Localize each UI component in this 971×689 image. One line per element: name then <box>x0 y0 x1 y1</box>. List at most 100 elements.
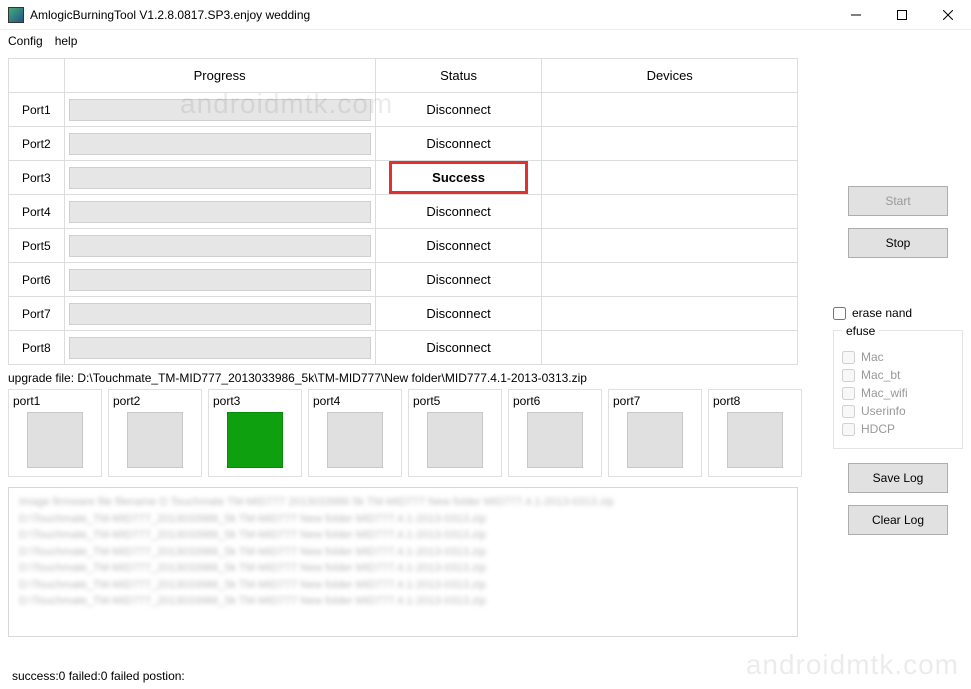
app-icon <box>8 7 24 23</box>
progress-bar <box>69 99 371 121</box>
mac-row[interactable]: Mac <box>842 350 954 364</box>
port-panel-label: port7 <box>613 394 697 408</box>
progress-bar <box>69 235 371 257</box>
table-row: Port8 Disconnect <box>9 331 798 365</box>
mac-bt-checkbox[interactable] <box>842 369 855 382</box>
log-line: Image firmware file filename D Touchmate… <box>19 494 787 511</box>
efuse-legend: efuse <box>842 324 879 338</box>
port-status-cell: Disconnect <box>375 127 542 161</box>
port-label: Port8 <box>9 331 65 365</box>
port-panel-row: port1port2port3port4port5port6port7port8 <box>8 389 823 477</box>
status-bar: success:0 failed:0 failed postion: <box>12 669 185 683</box>
window-title: AmlogicBurningTool V1.2.8.0817.SP3.enjoy… <box>30 8 310 22</box>
port-status-cell: Disconnect <box>375 93 542 127</box>
port-panel-indicator <box>527 412 583 468</box>
menu-help[interactable]: help <box>55 34 78 48</box>
port-status-cell: Disconnect <box>375 331 542 365</box>
port-panel-indicator <box>227 412 283 468</box>
port-label: Port3 <box>9 161 65 195</box>
port-panel-label: port3 <box>213 394 297 408</box>
log-line: D:\Touchmate_TM-MID777_2013033986_5k TM-… <box>19 511 787 528</box>
log-line: D:\Touchmate_TM-MID777_2013033986_5k TM-… <box>19 577 787 594</box>
port-progress-cell <box>64 127 375 161</box>
port-panel: port3 <box>208 389 302 477</box>
port-progress-cell <box>64 297 375 331</box>
table-row: Port3 Success <box>9 161 798 195</box>
port-panel-indicator <box>127 412 183 468</box>
port-panel-indicator <box>727 412 783 468</box>
save-log-button[interactable]: Save Log <box>848 463 948 493</box>
port-panel-indicator <box>27 412 83 468</box>
port-devices-cell <box>542 263 798 297</box>
titlebar: AmlogicBurningTool V1.2.8.0817.SP3.enjoy… <box>0 0 971 30</box>
port-devices-cell <box>542 161 798 195</box>
mac-wifi-checkbox[interactable] <box>842 387 855 400</box>
port-panel-label: port8 <box>713 394 797 408</box>
mac-bt-row[interactable]: Mac_bt <box>842 368 954 382</box>
port-progress-cell <box>64 195 375 229</box>
port-panel-indicator <box>327 412 383 468</box>
port-devices-cell <box>542 195 798 229</box>
start-button[interactable]: Start <box>848 186 948 216</box>
upgrade-file-path: upgrade file: D:\Touchmate_TM-MID777_201… <box>8 371 823 385</box>
log-line: D:\Touchmate_TM-MID777_2013033986_5k TM-… <box>19 527 787 544</box>
table-row: Port6 Disconnect <box>9 263 798 297</box>
port-panel: port7 <box>608 389 702 477</box>
port-panel: port2 <box>108 389 202 477</box>
port-devices-cell <box>542 127 798 161</box>
port-status-cell: Success <box>375 161 542 195</box>
status-success-badge: Success <box>389 161 528 194</box>
table-row: Port1 Disconnect <box>9 93 798 127</box>
minimize-button[interactable] <box>833 0 879 30</box>
port-panel: port4 <box>308 389 402 477</box>
table-row: Port2 Disconnect <box>9 127 798 161</box>
port-panel-label: port6 <box>513 394 597 408</box>
port-panel: port5 <box>408 389 502 477</box>
maximize-button[interactable] <box>879 0 925 30</box>
table-row: Port7Disconnect <box>9 297 798 331</box>
menu-config[interactable]: Config <box>8 34 43 48</box>
header-progress: Progress <box>64 59 375 93</box>
port-label: Port5 <box>9 229 65 263</box>
port-progress-cell <box>64 263 375 297</box>
progress-bar <box>69 133 371 155</box>
port-progress-cell <box>64 93 375 127</box>
stop-button[interactable]: Stop <box>848 228 948 258</box>
port-label: Port4 <box>9 195 65 229</box>
menubar: Config help <box>0 30 971 52</box>
header-status: Status <box>375 59 542 93</box>
log-line: D:\Touchmate_TM-MID777_2013033986_5k TM-… <box>19 593 787 610</box>
erase-nand-row[interactable]: erase nand <box>833 306 963 320</box>
port-label: Port6 <box>9 263 65 297</box>
port-devices-cell <box>542 331 798 365</box>
port-status-cell: Disconnect <box>375 229 542 263</box>
close-button[interactable] <box>925 0 971 30</box>
port-panel: port8 <box>708 389 802 477</box>
port-panel: port6 <box>508 389 602 477</box>
port-progress-cell <box>64 331 375 365</box>
log-line: D:\Touchmate_TM-MID777_2013033986_5k TM-… <box>19 544 787 561</box>
port-label: Port1 <box>9 93 65 127</box>
progress-bar <box>69 303 371 325</box>
hdcp-checkbox[interactable] <box>842 423 855 436</box>
port-panel-label: port4 <box>313 394 397 408</box>
mac-checkbox[interactable] <box>842 351 855 364</box>
log-panel[interactable]: Image firmware file filename D Touchmate… <box>8 487 798 637</box>
clear-log-button[interactable]: Clear Log <box>848 505 948 535</box>
mac-wifi-row[interactable]: Mac_wifi <box>842 386 954 400</box>
header-devices: Devices <box>542 59 798 93</box>
port-label: Port2 <box>9 127 65 161</box>
userinfo-row[interactable]: Userinfo <box>842 404 954 418</box>
window-controls <box>833 0 971 30</box>
ports-table: Progress Status Devices Port1DisconnectP… <box>8 58 798 365</box>
userinfo-checkbox[interactable] <box>842 405 855 418</box>
progress-bar <box>69 201 371 223</box>
progress-bar <box>69 337 371 359</box>
port-devices-cell <box>542 229 798 263</box>
erase-nand-checkbox[interactable] <box>833 307 846 320</box>
hdcp-row[interactable]: HDCP <box>842 422 954 436</box>
port-status-cell: Disconnect <box>375 263 542 297</box>
table-row: Port5 Disconnect <box>9 229 798 263</box>
port-status-cell: Disconnect <box>375 297 542 331</box>
erase-nand-label: erase nand <box>852 306 912 320</box>
